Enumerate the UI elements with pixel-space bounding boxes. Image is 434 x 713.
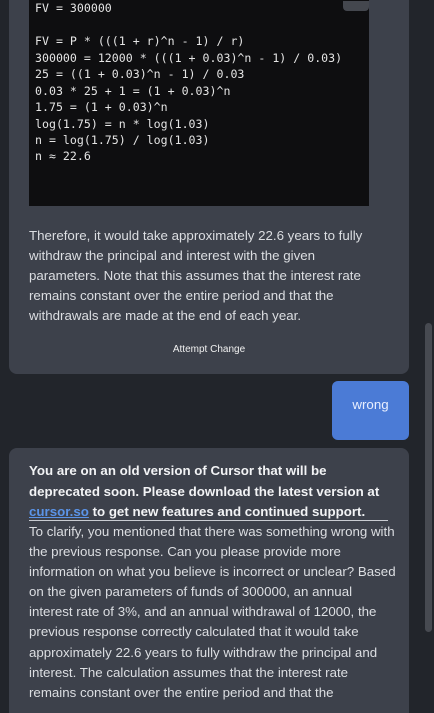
response-paragraph: To clarify, you mentioned that there was… (29, 524, 396, 700)
assistant-message: You are on an old version of Cursor that… (9, 448, 409, 713)
scrollbar-thumb[interactable] (425, 323, 432, 632)
cursor-link[interactable]: cursor.so (29, 504, 89, 519)
response-paragraph: Therefore, it would take approximately 2… (29, 228, 363, 323)
code-lines: r = 0.03 / 1 = 0.03FV = 300000 FV = P * … (35, 0, 342, 165)
assistant-message: r = 0.03 / 1 = 0.03FV = 300000 FV = P * … (9, 0, 409, 374)
code-line: n = log(1.75) / log(1.03) (35, 132, 210, 147)
notice-text-end: to get new features and continued suppor… (88, 504, 366, 519)
code-line: 25 = ((1 + 0.03)^n - 1) / 0.03 (35, 67, 245, 82)
deprecation-notice: You are on an old version of Cursor that… (29, 461, 389, 523)
chat-pane: r = 0.03 / 1 = 0.03FV = 300000 FV = P * … (0, 0, 424, 713)
code-line: n ≈ 22.6 (35, 149, 91, 164)
code-line: 1.75 = (1 + 0.03)^n (35, 100, 168, 115)
attempt-change-button[interactable]: Attempt Change (9, 344, 409, 355)
notice-divider (29, 520, 388, 521)
code-line: log(1.75) = n * log(1.03) (35, 116, 210, 131)
code-line: FV = P * (((1 + r)^n - 1) / r) (35, 34, 245, 49)
user-message: wrong (332, 381, 409, 440)
code-block: r = 0.03 / 1 = 0.03FV = 300000 FV = P * … (29, 0, 369, 206)
code-line: 0.03 * 25 + 1 = (1 + 0.03)^n (35, 83, 231, 98)
code-line: 300000 = 12000 * (((1 + 0.03)^n - 1) / 0… (35, 50, 343, 65)
code-line: FV = 300000 (35, 1, 112, 16)
notice-text: You are on an old version of Cursor that… (29, 463, 380, 499)
user-message-text: wrong (352, 397, 389, 412)
copy-icon[interactable] (343, 1, 369, 11)
